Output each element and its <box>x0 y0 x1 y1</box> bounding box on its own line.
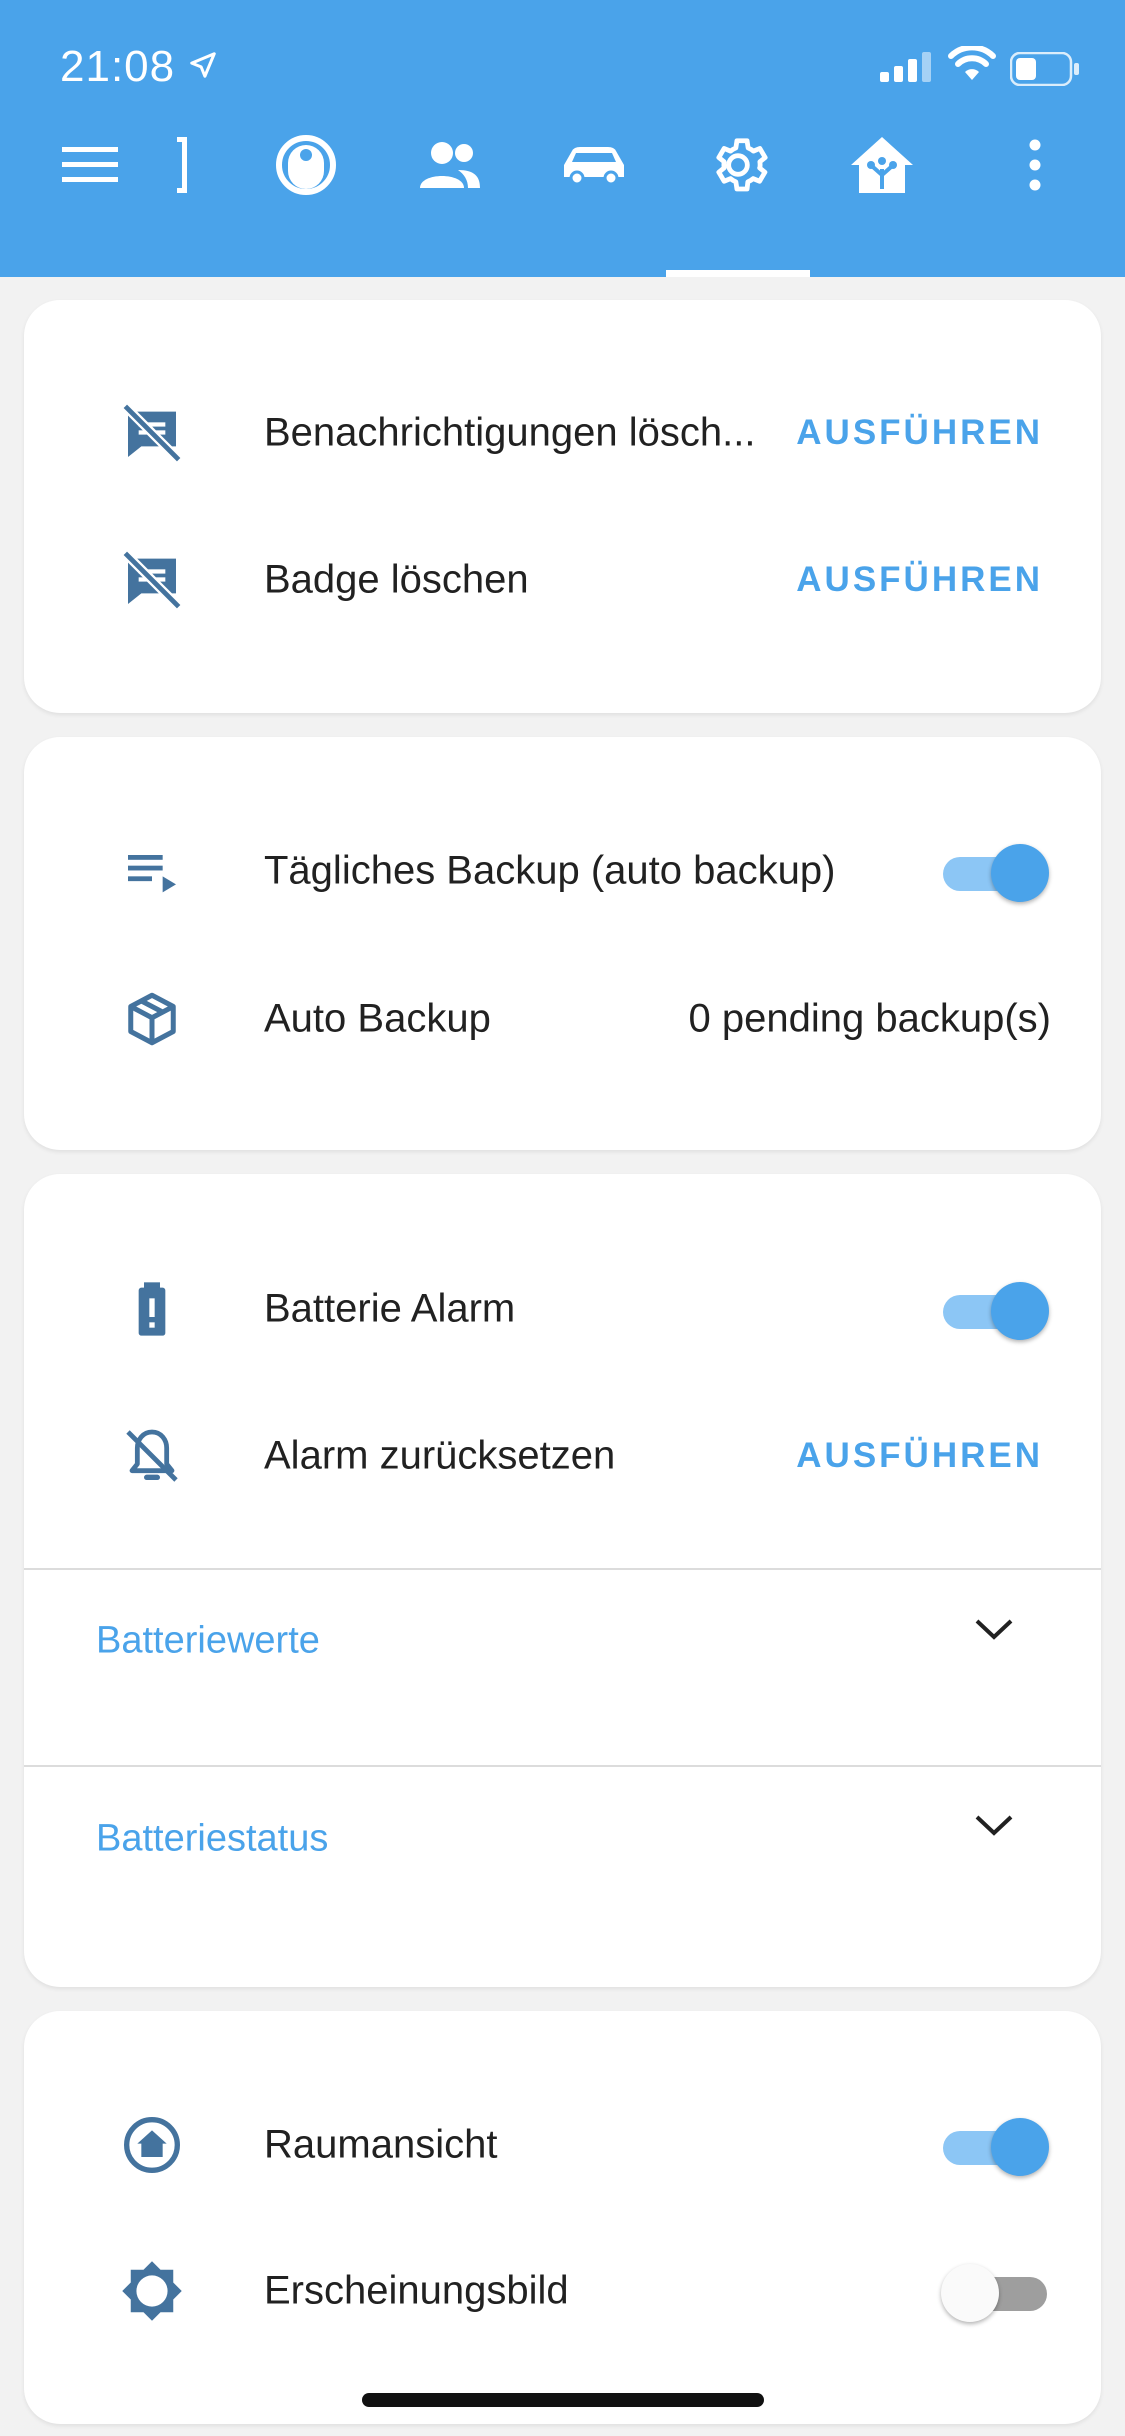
pending-backups-value: 0 pending backup(s) <box>688 996 1051 1041</box>
row-label: Erscheinungsbild <box>264 2268 569 2313</box>
expander-batteriestatus-title[interactable]: Batteriestatus <box>96 1818 328 1861</box>
room-view-toggle[interactable] <box>941 2115 1051 2176</box>
battery-alert-icon <box>112 1269 192 1349</box>
status-time: 21:08 <box>60 42 176 91</box>
menu-icon[interactable] <box>45 120 135 210</box>
run-button[interactable]: AUSFÜHREN <box>796 413 1043 453</box>
backup-card: Tägliches Backup (auto backup) Auto Back… <box>24 737 1101 1150</box>
divider <box>24 1765 1101 1767</box>
battery-card: Batterie Alarm Alarm zurücksetzen AUSFÜH… <box>24 1174 1101 1987</box>
row-label: Auto Backup <box>264 996 491 1041</box>
message-off-icon <box>112 393 192 473</box>
run-button[interactable]: AUSFÜHREN <box>796 1436 1043 1476</box>
row-label: Alarm zurücksetzen <box>264 1433 616 1478</box>
divider <box>24 1568 1101 1570</box>
view-card: Raumansicht Erscheinungsbild <box>24 2011 1101 2424</box>
cellular-signal-icon <box>880 52 931 82</box>
run-button[interactable]: AUSFÜHREN <box>796 560 1043 600</box>
battery-alarm-toggle[interactable] <box>941 1279 1051 1340</box>
row-label: Batterie Alarm <box>264 1286 516 1331</box>
home-network-icon[interactable] <box>837 120 927 210</box>
more-vertical-icon[interactable] <box>990 120 1080 210</box>
playlist-play-icon <box>112 831 192 911</box>
active-tab-indicator <box>666 270 810 277</box>
bell-off-icon <box>112 1416 192 1496</box>
people-icon[interactable] <box>405 120 495 210</box>
message-off-icon <box>112 540 192 620</box>
home-circle-icon <box>112 2105 192 2185</box>
brightness-icon <box>112 2251 192 2331</box>
expander-batteriewerte-title[interactable]: Batteriewerte <box>96 1620 320 1663</box>
partial-tab-icon[interactable] <box>138 120 228 210</box>
chevron-down-icon[interactable] <box>973 1617 1015 1643</box>
notifications-card: Benachrichtigungen lösch... AUSFÜHREN Ba… <box>24 300 1101 713</box>
gear-icon[interactable] <box>693 120 783 210</box>
auto-backup-toggle[interactable] <box>941 841 1051 902</box>
battery-icon <box>1010 52 1079 86</box>
wifi-icon <box>948 46 996 80</box>
row-label: Tägliches Backup (auto backup) <box>264 848 836 893</box>
package-icon <box>112 979 192 1059</box>
location-arrow-icon <box>190 52 216 78</box>
robot-vacuum-icon[interactable] <box>261 120 351 210</box>
appearance-toggle[interactable] <box>941 2261 1051 2322</box>
chevron-down-icon[interactable] <box>973 1813 1015 1839</box>
row-label: Badge löschen <box>264 557 529 602</box>
car-icon[interactable] <box>549 120 639 210</box>
home-indicator <box>362 2393 764 2407</box>
row-label: Benachrichtigungen lösch... <box>264 410 756 455</box>
app-header: 21:08 <box>0 0 1125 277</box>
row-label: Raumansicht <box>264 2122 498 2167</box>
